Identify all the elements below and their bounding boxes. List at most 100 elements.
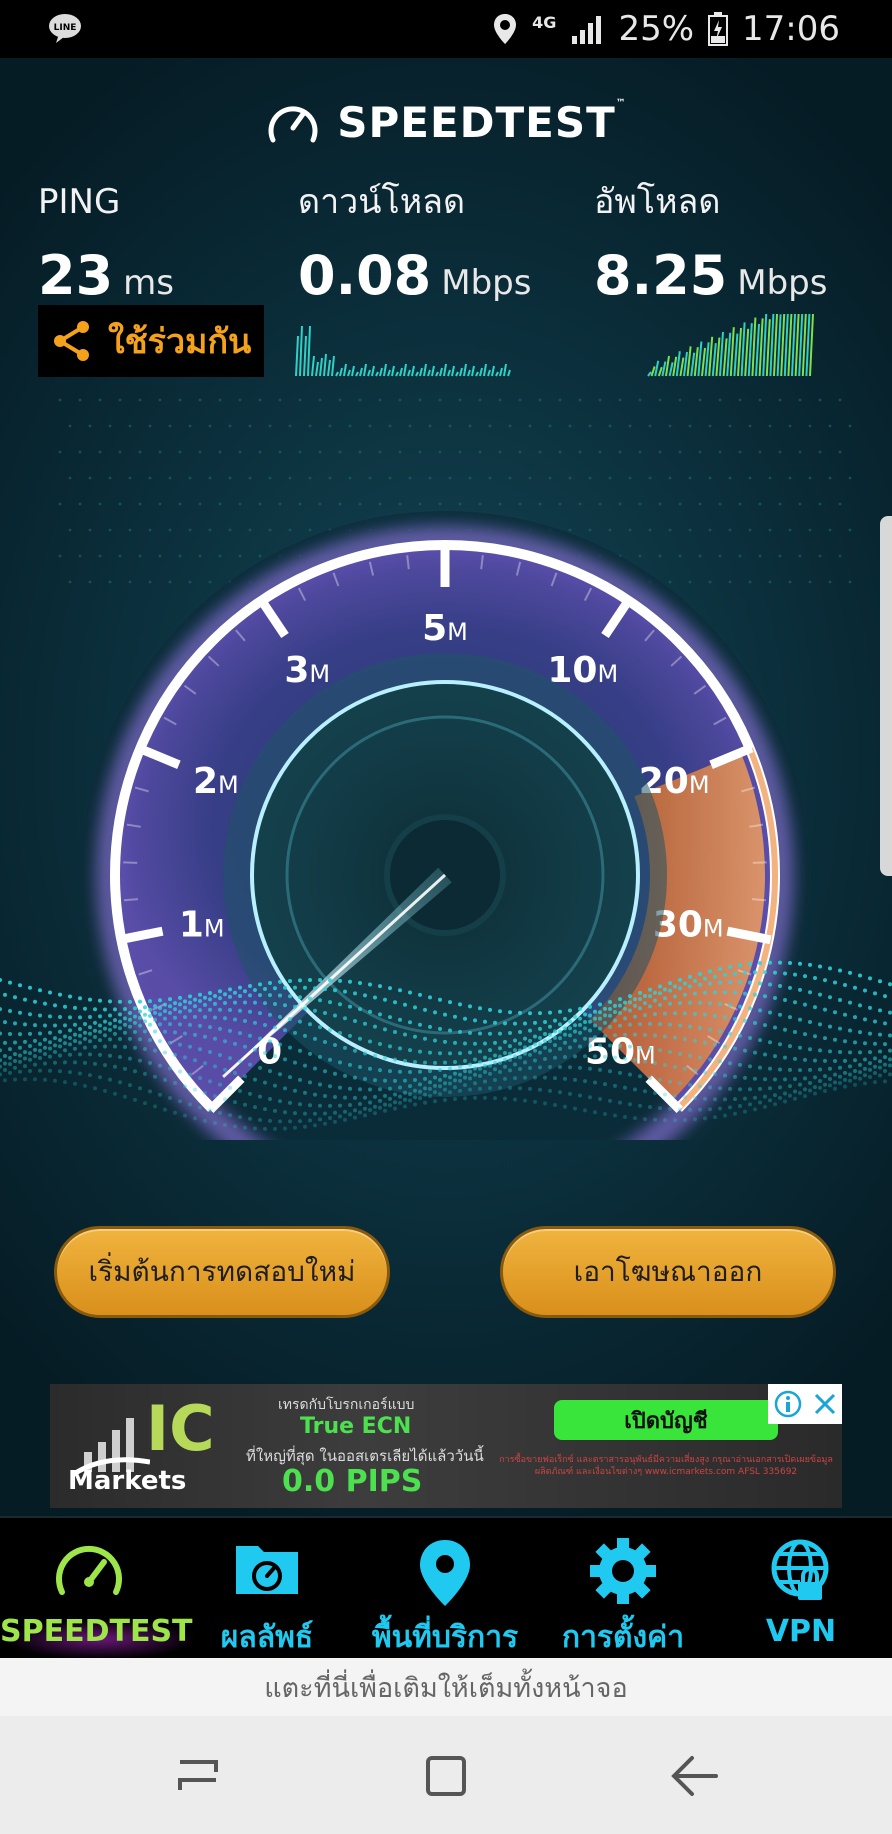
wave-dot bbox=[498, 1031, 502, 1036]
wave-dot bbox=[548, 1039, 552, 1044]
wave-dot bbox=[473, 1081, 477, 1086]
wave-dot bbox=[253, 1000, 257, 1005]
wave-dot bbox=[873, 1064, 877, 1069]
wave-dot bbox=[818, 992, 822, 997]
wave-dot bbox=[338, 1103, 342, 1108]
wave-dot bbox=[433, 1099, 437, 1104]
wave-dot bbox=[378, 1105, 382, 1110]
ad-line-2: True ECN bbox=[300, 1414, 412, 1439]
wave-dot bbox=[738, 963, 742, 968]
wave-dot bbox=[453, 1078, 457, 1083]
nav-item-results[interactable]: ผลลัพธ์ bbox=[178, 1518, 356, 1660]
remove-ads-button[interactable]: เอาโฆษณาออก bbox=[500, 1226, 836, 1318]
wave-dot bbox=[203, 1061, 207, 1066]
location-icon bbox=[494, 14, 517, 44]
sparkline-bar bbox=[780, 313, 786, 377]
wave-dot bbox=[73, 1060, 77, 1065]
ad-open-account-button[interactable]: เปิดบัญชี bbox=[554, 1400, 778, 1440]
restart-test-button[interactable]: เริ่มต้นการทดสอบใหม่ bbox=[54, 1226, 390, 1318]
wave-dot bbox=[243, 1074, 247, 1079]
wave-dot bbox=[238, 1115, 242, 1120]
wave-dot bbox=[773, 1093, 777, 1098]
wave-dot bbox=[93, 1086, 97, 1091]
wave-dot bbox=[618, 1003, 622, 1008]
ad-info-icon[interactable] bbox=[774, 1390, 802, 1418]
wave-dot bbox=[198, 1105, 202, 1110]
wave-dot bbox=[683, 1037, 687, 1042]
wave-dot bbox=[223, 1016, 227, 1021]
wave-dot bbox=[483, 1095, 487, 1100]
signal-icon bbox=[572, 16, 602, 44]
wave-dot bbox=[243, 1019, 247, 1024]
wave-dot bbox=[883, 1021, 887, 1026]
edge-panel-handle[interactable] bbox=[880, 516, 892, 876]
wave-dot bbox=[678, 1081, 682, 1086]
wave-dot bbox=[223, 1067, 227, 1072]
wave-dot bbox=[123, 1030, 127, 1035]
bg-dot bbox=[648, 476, 652, 480]
ad-close-icon[interactable] bbox=[813, 1392, 837, 1416]
nav-item-coverage[interactable]: พื้นที่บริการ bbox=[356, 1518, 534, 1660]
wave-dot bbox=[83, 1036, 87, 1041]
wave-dot bbox=[268, 1097, 272, 1102]
bg-dot bbox=[128, 476, 132, 480]
wave-dot bbox=[478, 1031, 482, 1036]
home-icon[interactable] bbox=[416, 1746, 476, 1806]
wave-dot bbox=[268, 1069, 272, 1074]
wave-dot bbox=[128, 999, 132, 1004]
app-title: SPEEDTEST™ bbox=[337, 97, 627, 147]
bg-dot bbox=[508, 424, 512, 428]
wave-dot bbox=[423, 1092, 427, 1097]
ad-banner[interactable]: IC Markets เทรดกับโบรกเกอร์แบบ True ECN … bbox=[50, 1384, 842, 1508]
sparkline-bar bbox=[383, 363, 387, 377]
wave-dot bbox=[173, 1110, 177, 1115]
wave-dot bbox=[83, 1021, 87, 1026]
wave-dot bbox=[458, 1029, 462, 1034]
wave-dot bbox=[828, 995, 832, 1000]
nav-item-vpn[interactable]: VPN bbox=[712, 1518, 890, 1660]
nav-item-settings[interactable]: การตั้งค่า bbox=[534, 1518, 712, 1660]
wave-dot bbox=[78, 1026, 82, 1031]
wave-dot bbox=[473, 1041, 477, 1046]
nav-item-speedtest[interactable]: SPEEDTEST bbox=[0, 1518, 193, 1660]
wave-dot bbox=[578, 1065, 582, 1070]
remove-ads-label: เอาโฆษณาออก bbox=[573, 1255, 763, 1288]
wave-dot bbox=[638, 1006, 642, 1011]
wave-dot bbox=[218, 1082, 222, 1087]
ad-choices[interactable] bbox=[768, 1384, 842, 1424]
bg-dot bbox=[208, 424, 212, 428]
wave-dot bbox=[103, 1063, 107, 1068]
wave-dot bbox=[478, 1060, 482, 1065]
wave-dot bbox=[678, 986, 682, 991]
wave-dot bbox=[118, 999, 122, 1004]
wave-dot bbox=[403, 1090, 407, 1095]
recents-icon[interactable] bbox=[168, 1746, 228, 1806]
wave-dot bbox=[313, 1123, 317, 1128]
wave-dot bbox=[648, 994, 652, 999]
wave-dot bbox=[78, 1040, 82, 1045]
wave-dot bbox=[38, 1013, 42, 1018]
wave-dot bbox=[718, 966, 722, 971]
wave-dot bbox=[598, 1010, 602, 1015]
wave-dot bbox=[653, 1117, 657, 1122]
wave-dot bbox=[243, 1102, 247, 1107]
wave-dot bbox=[63, 1060, 67, 1065]
wave-dot bbox=[793, 972, 797, 977]
bg-dot bbox=[478, 450, 482, 454]
wave-dot bbox=[658, 1022, 662, 1027]
vpn-globe-lock-icon bbox=[771, 1539, 829, 1600]
share-button[interactable]: ใช้ร่วมกัน bbox=[38, 305, 264, 377]
wave-dot bbox=[793, 1077, 797, 1082]
wave-dot bbox=[563, 1026, 567, 1031]
fullscreen-hint[interactable]: แตะที่นี่เพื่อเติมให้เต็มทั้งหน้าจอ bbox=[0, 1658, 892, 1716]
wave-dot bbox=[873, 1080, 877, 1085]
wave-dot bbox=[223, 992, 227, 997]
wave-dot bbox=[258, 1094, 262, 1099]
wave-dot bbox=[218, 996, 222, 1001]
status-indicators: 4G 25% 17:06 bbox=[492, 6, 840, 52]
bg-dot bbox=[338, 398, 342, 402]
back-icon[interactable] bbox=[666, 1746, 726, 1806]
wave-dot bbox=[593, 1016, 597, 1021]
bg-dot bbox=[458, 398, 462, 402]
wave-dot bbox=[468, 1076, 472, 1081]
